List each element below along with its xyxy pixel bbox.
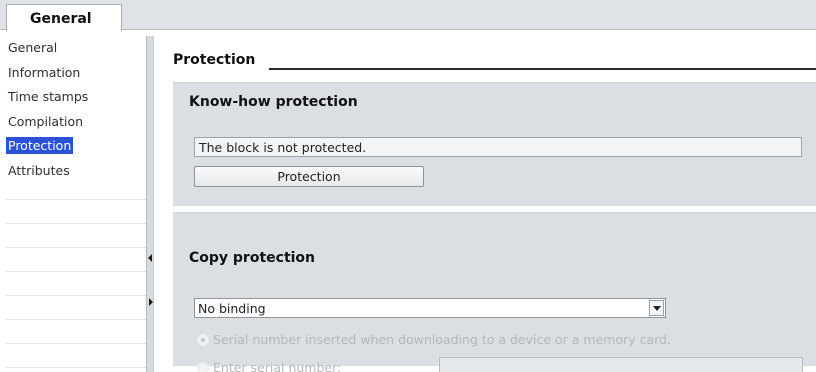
copy-protection-title: Copy protection (189, 250, 316, 266)
serial-number-input[interactable] (439, 357, 803, 372)
radio-label: Enter serial number: (213, 360, 342, 372)
dropdown-button[interactable] (649, 300, 664, 316)
properties-window: General General Information Time stamps … (0, 0, 816, 372)
radio-serial-on-download[interactable] (197, 333, 209, 346)
knowhow-title: Know-how protection (189, 94, 358, 110)
sidebar-item-protection[interactable]: Protection (6, 134, 146, 159)
collapse-left-icon[interactable] (148, 254, 152, 262)
sidebar-item-attributes[interactable]: Attributes (6, 159, 146, 184)
binding-select[interactable]: No binding (194, 298, 666, 318)
section-title: Protection (173, 52, 256, 68)
copy-protection-group: Copy protection No binding Serial number… (173, 212, 816, 372)
protection-button[interactable]: Protection (194, 166, 424, 187)
binding-select-value: No binding (198, 301, 266, 316)
protection-status-field: The block is not protected. (194, 137, 802, 157)
sidebar-item-label: Information (8, 64, 81, 80)
sidebar-item-time-stamps[interactable]: Time stamps (6, 85, 146, 110)
sidebar-item-compilation[interactable]: Compilation (6, 110, 146, 135)
radio-enter-serial[interactable] (197, 361, 209, 372)
sidebar-item-label: Time stamps (8, 89, 89, 104)
knowhow-protection-group: Know-how protection The block is not pro… (173, 82, 816, 206)
sidebar-nav: General Information Time stamps Compilat… (6, 36, 146, 372)
radio-option-enter-serial: Enter serial number: (197, 359, 341, 372)
radio-option-serial-on-download: Serial number inserted when downloading … (197, 331, 671, 349)
sidebar-item-information[interactable]: Information (6, 61, 146, 86)
main-panel: Protection Know-how protection The block… (155, 30, 816, 372)
sidebar-item-label: General (8, 40, 58, 55)
sidebar-item-label: Protection (6, 137, 74, 154)
section-divider (269, 68, 816, 70)
sidebar-list: General Information Time stamps Compilat… (6, 36, 146, 183)
tab-general[interactable]: General (6, 4, 122, 31)
tab-strip: General (0, 0, 816, 31)
chevron-down-icon (653, 306, 661, 311)
sidebar-item-label: Attributes (8, 162, 70, 178)
sidebar-item-general[interactable]: General (6, 36, 146, 61)
panel-splitter[interactable] (146, 36, 154, 372)
sidebar-item-label: Compilation (8, 113, 84, 129)
radio-label: Serial number inserted when downloading … (213, 332, 671, 347)
expand-right-icon[interactable] (149, 298, 153, 306)
